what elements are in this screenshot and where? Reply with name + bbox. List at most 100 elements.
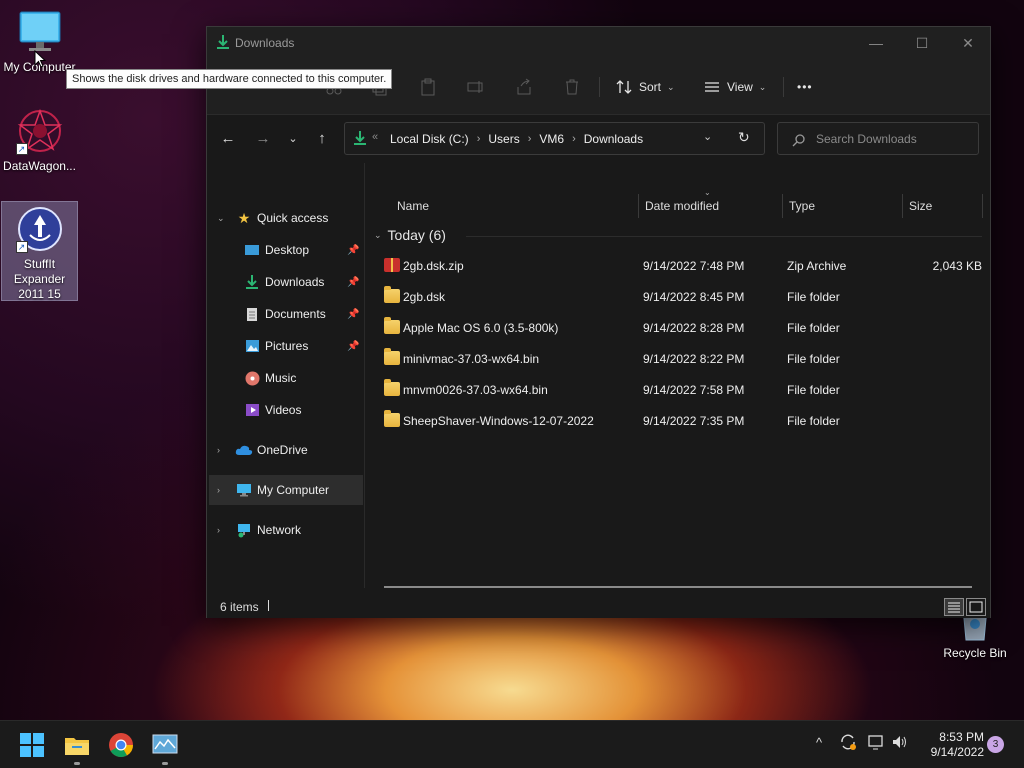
nav-label: Documents: [265, 307, 326, 321]
pin-icon[interactable]: 📌: [347, 277, 359, 288]
refresh-button[interactable]: ↻: [738, 129, 750, 146]
taskbar-chrome[interactable]: [108, 732, 134, 758]
nav-item-onedrive[interactable]: › OneDrive: [207, 435, 364, 465]
taskbar-monitor-app[interactable]: [152, 732, 178, 765]
search-box[interactable]: [777, 122, 979, 155]
folder-icon: [384, 286, 400, 303]
nav-item-network[interactable]: › Network: [207, 515, 364, 545]
nav-item-my-computer[interactable]: › My Computer: [209, 475, 363, 505]
nav-label: Pictures: [265, 339, 309, 353]
share-button[interactable]: [515, 73, 533, 101]
file-row[interactable]: 2gb.dsk.zip 9/14/2022 7:48 PM Zip Archiv…: [374, 251, 982, 281]
taskbar-file-explorer[interactable]: [64, 732, 90, 765]
monitor-icon: [235, 482, 253, 498]
nav-item-downloads[interactable]: Downloads 📌: [207, 267, 364, 297]
close-button[interactable]: ✕: [945, 27, 991, 59]
file-row[interactable]: Apple Mac OS 6.0 (3.5-800k) 9/14/2022 8:…: [374, 313, 982, 343]
folder-icon: [384, 379, 400, 396]
column-header-type[interactable]: Type: [789, 191, 815, 221]
file-name: 2gb.dsk: [403, 290, 446, 304]
file-row[interactable]: SheepShaver-Windows-12-07-2022 9/14/2022…: [374, 406, 982, 436]
monitor-app-icon: [152, 734, 178, 754]
start-button[interactable]: [19, 732, 45, 758]
column-header-date[interactable]: Date modified: [645, 191, 719, 221]
back-button[interactable]: ←: [214, 127, 242, 151]
file-row[interactable]: 2gb.dsk 9/14/2022 8:45 PM File folder: [374, 282, 982, 312]
column-separator[interactable]: [982, 194, 983, 218]
column-header-size[interactable]: Size: [909, 191, 932, 221]
column-separator[interactable]: [902, 194, 903, 218]
file-name: SheepShaver-Windows-12-07-2022: [403, 414, 594, 428]
volume-icon[interactable]: [891, 733, 909, 754]
breadcrumb-vm6[interactable]: VM6: [539, 132, 564, 146]
delete-button[interactable]: [563, 73, 581, 101]
folder-icon: [384, 317, 400, 334]
file-row[interactable]: mnvm0026-37.03-wx64.bin 9/14/2022 7:58 P…: [374, 375, 982, 405]
trash-icon: [566, 79, 578, 95]
nav-label: Videos: [265, 403, 302, 417]
taskbar: ^ 8:53 PM 9/14/2022 3: [0, 720, 1024, 768]
navigation-pane: ⌄ ★ Quick access Desktop 📌 Downloads 📌 D…: [207, 163, 365, 588]
recent-locations-button[interactable]: ⌄: [279, 127, 307, 151]
nav-item-documents[interactable]: Documents 📌: [207, 299, 364, 329]
notification-badge[interactable]: 3: [987, 736, 1004, 753]
desktop-icon-label: Recycle Bin: [943, 646, 1007, 660]
sort-button[interactable]: Sort ⌄: [615, 73, 675, 101]
tooltip: Shows the disk drives and hardware conne…: [66, 69, 393, 89]
pin-icon[interactable]: 📌: [347, 341, 359, 352]
clock[interactable]: 8:53 PM 9/14/2022: [916, 730, 984, 760]
file-list: Name ⌄ Date modified Type Size ⌄ Today (…: [366, 163, 990, 588]
breadcrumb-users[interactable]: Users: [488, 132, 519, 146]
desktop-icon-stuffit[interactable]: ↗ StuffIt Expander 2011 15: [1, 201, 78, 301]
desktop-icon-datawagon[interactable]: ↗ DataWagon...: [1, 107, 78, 174]
stuffit-icon: ↗: [15, 205, 64, 253]
download-arrow-icon: [353, 130, 367, 149]
details-view-icon: [948, 602, 960, 613]
forward-button[interactable]: →: [249, 127, 277, 151]
minimize-button[interactable]: —: [853, 27, 899, 59]
address-dropdown-button[interactable]: ⌄: [703, 130, 712, 143]
column-separator[interactable]: [782, 194, 783, 218]
chevron-right-icon: ›: [217, 485, 220, 495]
file-row[interactable]: minivmac-37.03-wx64.bin 9/14/2022 8:22 P…: [374, 344, 982, 374]
rename-icon: [467, 81, 483, 93]
nav-item-music[interactable]: Music: [207, 363, 364, 393]
up-button[interactable]: ↑: [308, 127, 336, 151]
pin-icon[interactable]: 📌: [347, 245, 359, 256]
tiles-view-icon: [969, 601, 983, 613]
breadcrumb-downloads[interactable]: Downloads: [584, 132, 643, 146]
show-hidden-icons-button[interactable]: ^: [816, 735, 822, 750]
column-separator[interactable]: [638, 194, 639, 218]
nav-item-videos[interactable]: Videos: [207, 395, 364, 425]
sync-icon[interactable]: [839, 733, 857, 754]
view-button[interactable]: View ⌄: [703, 73, 766, 101]
group-label: Today (6): [387, 227, 446, 243]
paste-icon: [421, 78, 435, 96]
nav-item-pictures[interactable]: Pictures 📌: [207, 331, 364, 361]
more-options-button[interactable]: •••: [797, 73, 813, 101]
network-tray-icon[interactable]: [867, 733, 885, 754]
maximize-button[interactable]: ☐: [899, 27, 945, 59]
column-header-name[interactable]: Name: [397, 191, 429, 221]
arrow-right-icon: →: [255, 130, 271, 147]
file-explorer-icon: [65, 738, 89, 755]
group-header-today[interactable]: ⌄ Today (6): [374, 227, 446, 243]
paste-button[interactable]: [419, 73, 437, 101]
search-input[interactable]: [816, 130, 971, 148]
breadcrumb-overflow[interactable]: «: [372, 131, 378, 143]
large-icons-view-button[interactable]: [966, 598, 986, 616]
rename-button[interactable]: [467, 73, 485, 101]
address-row: ← → ⌄ ↑ « Local Disk (C:) › Users › VM6 …: [207, 115, 990, 163]
nav-quick-access[interactable]: ⌄ ★ Quick access: [207, 203, 364, 233]
address-bar[interactable]: « Local Disk (C:) › Users › VM6 › Downlo…: [344, 122, 765, 155]
download-arrow-icon: [243, 274, 261, 290]
chevron-right-icon: ›: [217, 445, 220, 455]
clock-date: 9/14/2022: [930, 745, 984, 759]
nav-item-desktop[interactable]: Desktop 📌: [207, 235, 364, 265]
pin-icon[interactable]: 📌: [347, 309, 359, 320]
breadcrumb-local-disk[interactable]: Local Disk (C:): [390, 132, 469, 146]
cloud-icon: [235, 442, 253, 458]
title-bar[interactable]: Downloads — ☐ ✕: [207, 27, 990, 59]
file-date: 9/14/2022 7:35 PM: [643, 414, 745, 428]
details-view-button[interactable]: [944, 598, 964, 616]
